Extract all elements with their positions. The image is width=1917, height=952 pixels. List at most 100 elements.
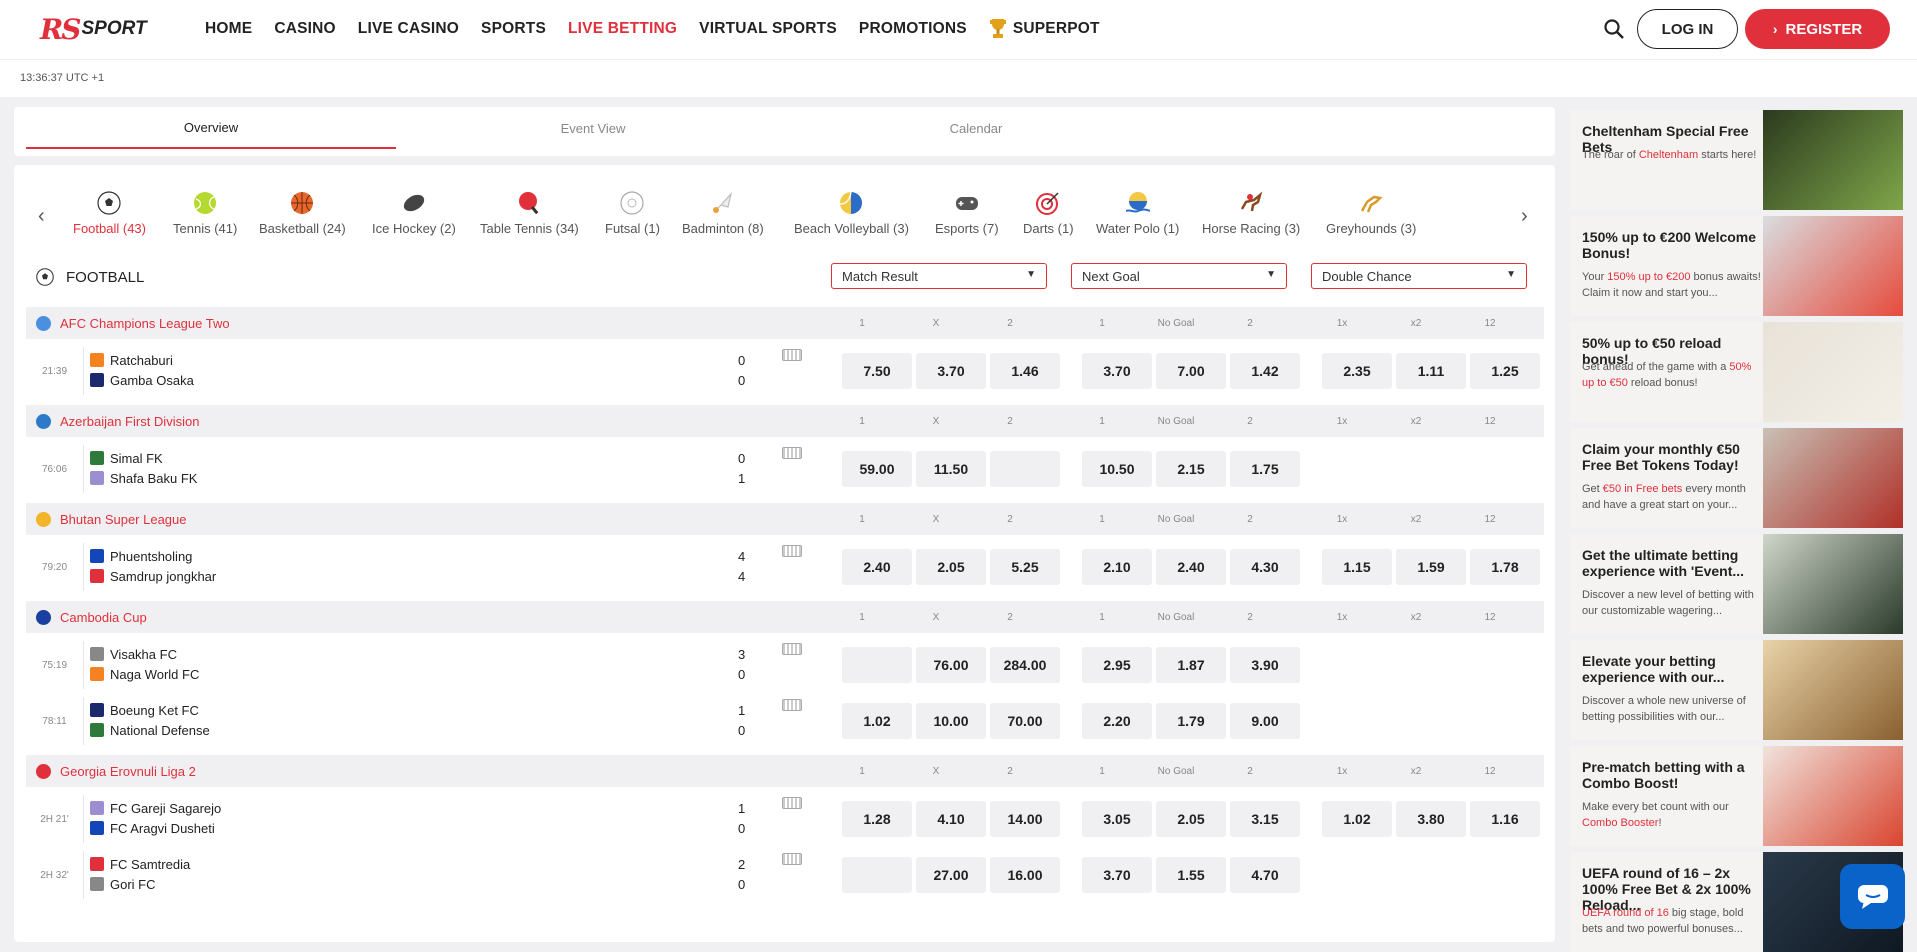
nav-live-betting[interactable]: LIVE BETTING — [568, 20, 677, 38]
odds-button[interactable]: 2.05 — [1156, 801, 1226, 837]
league-header[interactable]: Bhutan Super League 1 X 2 1 No Goal 2 1x x2 12 — [26, 503, 1544, 535]
sport-basketball[interactable]: Basketball (24) — [259, 191, 346, 236]
sport-horse-racing[interactable]: Horse Racing (3) — [1202, 191, 1300, 236]
sport-ice-hockey[interactable]: Ice Hockey (2) — [372, 191, 456, 236]
tab-overview[interactable]: Overview — [26, 107, 396, 149]
odds-button[interactable]: 1.75 — [1230, 451, 1300, 487]
odds-button[interactable]: 7.00 — [1156, 353, 1226, 389]
stats-icon[interactable] — [782, 349, 802, 361]
odds-button[interactable]: 2.15 — [1156, 451, 1226, 487]
rs-sport-logo[interactable]: RS SPORT — [40, 13, 147, 46]
odds-button[interactable]: 4.70 — [1230, 857, 1300, 893]
odds-button[interactable]: 1.78 — [1470, 549, 1540, 585]
odds-button[interactable] — [990, 451, 1060, 487]
odds-button[interactable]: 76.00 — [916, 647, 986, 683]
sport-football[interactable]: Football (43) — [73, 191, 146, 236]
match-row[interactable]: 78:11 Boeung Ket FC National Defense 1 0 1.02… — [26, 697, 1544, 745]
nav-sports[interactable]: SPORTS — [481, 20, 546, 38]
odds-button[interactable]: 59.00 — [842, 451, 912, 487]
odds-button[interactable]: 2.95 — [1082, 647, 1152, 683]
promo-card[interactable]: Elevate your betting experience with our… — [1570, 640, 1903, 740]
promo-card[interactable]: Get the ultimate betting experience with… — [1570, 534, 1903, 634]
nav-live-casino[interactable]: LIVE CASINO — [358, 20, 459, 38]
odds-button[interactable]: 1.42 — [1230, 353, 1300, 389]
odds-button[interactable]: 3.15 — [1230, 801, 1300, 837]
nav-promotions[interactable]: PROMOTIONS — [859, 20, 967, 38]
match-row[interactable]: 2H 32' FC Samtredia Gori FC 2 0 27.00 16.00 3.7… — [26, 851, 1544, 899]
odds-button[interactable]: 2.40 — [1156, 549, 1226, 585]
match-row[interactable]: 79:20 Phuentsholing Samdrup jongkhar 4 4 2.40… — [26, 543, 1544, 591]
odds-button[interactable]: 1.87 — [1156, 647, 1226, 683]
odds-button[interactable]: 3.70 — [916, 353, 986, 389]
odds-button[interactable]: 9.00 — [1230, 703, 1300, 739]
odds-button[interactable]: 1.11 — [1396, 353, 1466, 389]
odds-button[interactable]: 3.90 — [1230, 647, 1300, 683]
odds-button[interactable]: 1.25 — [1470, 353, 1540, 389]
sport-badminton[interactable]: Badminton (8) — [682, 191, 764, 236]
odds-button[interactable]: 1.02 — [842, 703, 912, 739]
odds-button[interactable] — [842, 647, 912, 683]
promo-card[interactable]: Claim your monthly €50 Free Bet Tokens T… — [1570, 428, 1903, 528]
odds-button[interactable]: 1.15 — [1322, 549, 1392, 585]
sport-greyhounds[interactable]: Greyhounds (3) — [1326, 191, 1416, 236]
stats-icon[interactable] — [782, 447, 802, 459]
match-row[interactable]: 76:06 Simal FK Shafa Baku FK 0 1 59.00 11.50 10… — [26, 445, 1544, 493]
league-header[interactable]: AFC Champions League Two 1 X 2 1 No Goal 2 1x x2… — [26, 307, 1544, 339]
tab-event-view[interactable]: Event View — [408, 107, 778, 149]
sport-water-polo[interactable]: Water Polo (1) — [1096, 191, 1179, 236]
odds-button[interactable]: 4.10 — [916, 801, 986, 837]
odds-button[interactable]: 1.02 — [1322, 801, 1392, 837]
login-button[interactable]: LOG IN — [1637, 9, 1738, 49]
match-row[interactable]: 75:19 Visakha FC Naga World FC 3 0 76.00 284.0… — [26, 641, 1544, 689]
odds-button[interactable]: 1.59 — [1396, 549, 1466, 585]
league-header[interactable]: Georgia Erovnuli Liga 2 1 X 2 1 No Goal 2 1x x2 1… — [26, 755, 1544, 787]
sport-tennis[interactable]: Tennis (41) — [173, 191, 237, 236]
odds-button[interactable]: 2.35 — [1322, 353, 1392, 389]
stats-icon[interactable] — [782, 797, 802, 809]
odds-button[interactable]: 5.25 — [990, 549, 1060, 585]
sport-esports[interactable]: Esports (7) — [935, 191, 999, 236]
stats-icon[interactable] — [782, 699, 802, 711]
nav-home[interactable]: HOME — [205, 20, 252, 38]
league-header[interactable]: Cambodia Cup 1 X 2 1 No Goal 2 1x x2 12 — [26, 601, 1544, 633]
odds-button[interactable]: 3.70 — [1082, 353, 1152, 389]
register-button[interactable]: › REGISTER — [1745, 9, 1890, 49]
league-header[interactable]: Azerbaijan First Division 1 X 2 1 No Goal 2 1x x… — [26, 405, 1544, 437]
stats-icon[interactable] — [782, 643, 802, 655]
odds-button[interactable]: 1.28 — [842, 801, 912, 837]
market-select-2[interactable]: Next Goal ▼ — [1071, 263, 1287, 289]
nav-superpot[interactable]: SUPERPOT — [989, 18, 1100, 40]
chat-button[interactable] — [1840, 864, 1905, 929]
stats-icon[interactable] — [782, 853, 802, 865]
sport-beach-volleyball[interactable]: Beach Volleyball (3) — [794, 191, 909, 236]
odds-button[interactable]: 10.50 — [1082, 451, 1152, 487]
sport-table-tennis[interactable]: Table Tennis (34) — [480, 191, 579, 236]
tab-calendar[interactable]: Calendar — [791, 107, 1161, 149]
nav-casino[interactable]: CASINO — [274, 20, 335, 38]
odds-button[interactable] — [842, 857, 912, 893]
odds-button[interactable]: 14.00 — [990, 801, 1060, 837]
match-row[interactable]: 2H 21' FC Gareji Sagarejo FC Aragvi Dushet… — [26, 795, 1544, 843]
match-row[interactable]: 21:39 Ratchaburi Gamba Osaka 0 0 7.50 3.70 1.46… — [26, 347, 1544, 395]
odds-button[interactable]: 2.40 — [842, 549, 912, 585]
stats-icon[interactable] — [782, 545, 802, 557]
odds-button[interactable]: 11.50 — [916, 451, 986, 487]
sport-futsal[interactable]: Futsal (1) — [605, 191, 660, 236]
nav-virtual-sports[interactable]: VIRTUAL SPORTS — [699, 20, 837, 38]
odds-button[interactable]: 1.46 — [990, 353, 1060, 389]
odds-button[interactable]: 2.10 — [1082, 549, 1152, 585]
odds-button[interactable]: 2.20 — [1082, 703, 1152, 739]
odds-button[interactable]: 284.00 — [990, 647, 1060, 683]
scroll-left-arrow-icon[interactable]: ‹ — [38, 205, 45, 228]
promo-card[interactable]: 150% up to €200 Welcome Bonus! Your 150%… — [1570, 216, 1903, 316]
odds-button[interactable]: 70.00 — [990, 703, 1060, 739]
scroll-right-arrow-icon[interactable]: › — [1521, 205, 1528, 228]
odds-button[interactable]: 10.00 — [916, 703, 986, 739]
odds-button[interactable]: 1.79 — [1156, 703, 1226, 739]
search-icon[interactable] — [1603, 18, 1625, 40]
market-select-3[interactable]: Double Chance ▼ — [1311, 263, 1527, 289]
market-select-1[interactable]: Match Result ▼ — [831, 263, 1047, 289]
odds-button[interactable]: 2.05 — [916, 549, 986, 585]
odds-button[interactable]: 27.00 — [916, 857, 986, 893]
promo-card[interactable]: 50% up to €50 reload bonus! Get ahead of… — [1570, 322, 1903, 422]
